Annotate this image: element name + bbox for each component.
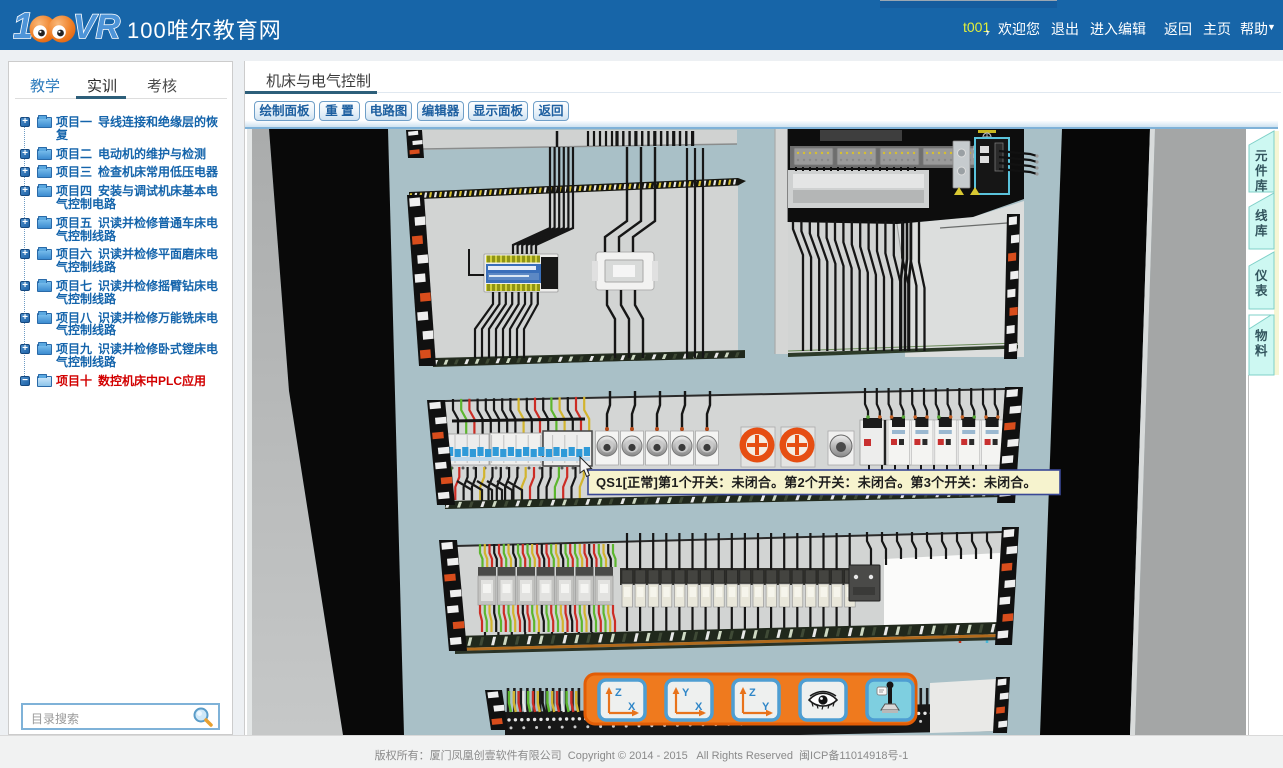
svg-text:料: 料 xyxy=(1255,343,1268,358)
svg-text:件: 件 xyxy=(1255,163,1268,178)
svg-text:表: 表 xyxy=(1254,283,1268,298)
svg-text:1: 1 xyxy=(13,5,33,45)
svg-text:库: 库 xyxy=(1255,223,1268,238)
svg-text:Y: Y xyxy=(682,687,690,699)
svg-text:X: X xyxy=(628,701,636,713)
svg-text:Z: Z xyxy=(615,687,622,699)
svg-text:X: X xyxy=(695,701,703,713)
svg-text:元: 元 xyxy=(1255,149,1268,163)
svg-text:线: 线 xyxy=(1255,208,1268,223)
svg-text:物: 物 xyxy=(1255,328,1268,343)
svg-text:VR: VR xyxy=(73,8,121,45)
svg-text:Y: Y xyxy=(762,701,770,713)
svg-text:QS1[正常]第1个开关：未闭合。第2个开关：未闭合。第3个: QS1[正常]第1个开关：未闭合。第2个开关：未闭合。第3个开关：未闭合。 xyxy=(596,475,1037,490)
svg-text:库: 库 xyxy=(1255,178,1268,193)
svg-text:仪: 仪 xyxy=(1254,269,1268,283)
svg-text:Z: Z xyxy=(749,687,756,699)
